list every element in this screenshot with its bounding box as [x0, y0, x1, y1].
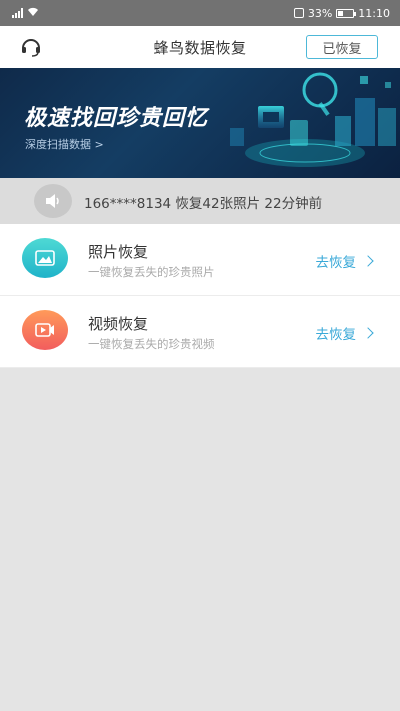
item-desc: 一键恢复丢失的珍贵视频 — [88, 337, 215, 351]
video-recovery-item[interactable]: 视频恢复 一键恢复丢失的珍贵视频 去恢复 — [0, 296, 400, 368]
go-recover-button[interactable]: 去恢复 — [315, 323, 374, 343]
wifi-icon — [27, 7, 39, 20]
recovery-ticker: 166****8134 恢复42张照片 22分钟前 — [0, 178, 400, 224]
banner-title: 极速找回珍贵回忆 — [24, 106, 209, 131]
item-desc: 一键恢复丢失的珍贵照片 — [88, 265, 215, 279]
headset-icon[interactable] — [20, 37, 42, 57]
go-recover-label: 去恢复 — [315, 255, 357, 271]
chevron-right-icon — [362, 255, 374, 267]
banner-illustration — [230, 72, 396, 167]
go-recover-button[interactable]: 去恢复 — [315, 251, 374, 271]
go-recover-label: 去恢复 — [315, 327, 357, 343]
clock: 11:10 — [358, 6, 390, 20]
status-bar: 33% 11:10 — [0, 0, 400, 26]
chevron-right-icon — [362, 327, 374, 339]
battery-icon — [336, 8, 357, 18]
photo-icon — [22, 238, 68, 278]
status-left — [12, 7, 39, 20]
ticker-text: 166****8134 恢复42张照片 22分钟前 — [84, 196, 323, 212]
vibrate-icon — [293, 8, 304, 18]
recovery-options: 照片恢复 一键恢复丢失的珍贵照片 去恢复 视频恢复 一键恢复丢失的珍贵视频 去恢… — [0, 224, 400, 368]
promo-banner[interactable]: 极速找回珍贵回忆 深度扫描数据 > — [0, 68, 400, 178]
item-title: 视频恢复 — [88, 315, 149, 333]
speaker-icon — [34, 184, 72, 218]
item-title: 照片恢复 — [88, 243, 149, 261]
photo-recovery-item[interactable]: 照片恢复 一键恢复丢失的珍贵照片 去恢复 — [0, 224, 400, 296]
battery-percent: 33% — [307, 6, 333, 20]
signal-icon — [12, 8, 23, 18]
page-title: 蜂鸟数据恢复 — [153, 38, 247, 57]
restored-button[interactable]: 已恢复 — [306, 35, 378, 59]
status-right: 33% 11:10 — [293, 6, 390, 20]
video-icon — [22, 310, 68, 350]
banner-subtitle[interactable]: 深度扫描数据 > — [25, 136, 104, 152]
app-header: 蜂鸟数据恢复 已恢复 — [0, 26, 400, 68]
